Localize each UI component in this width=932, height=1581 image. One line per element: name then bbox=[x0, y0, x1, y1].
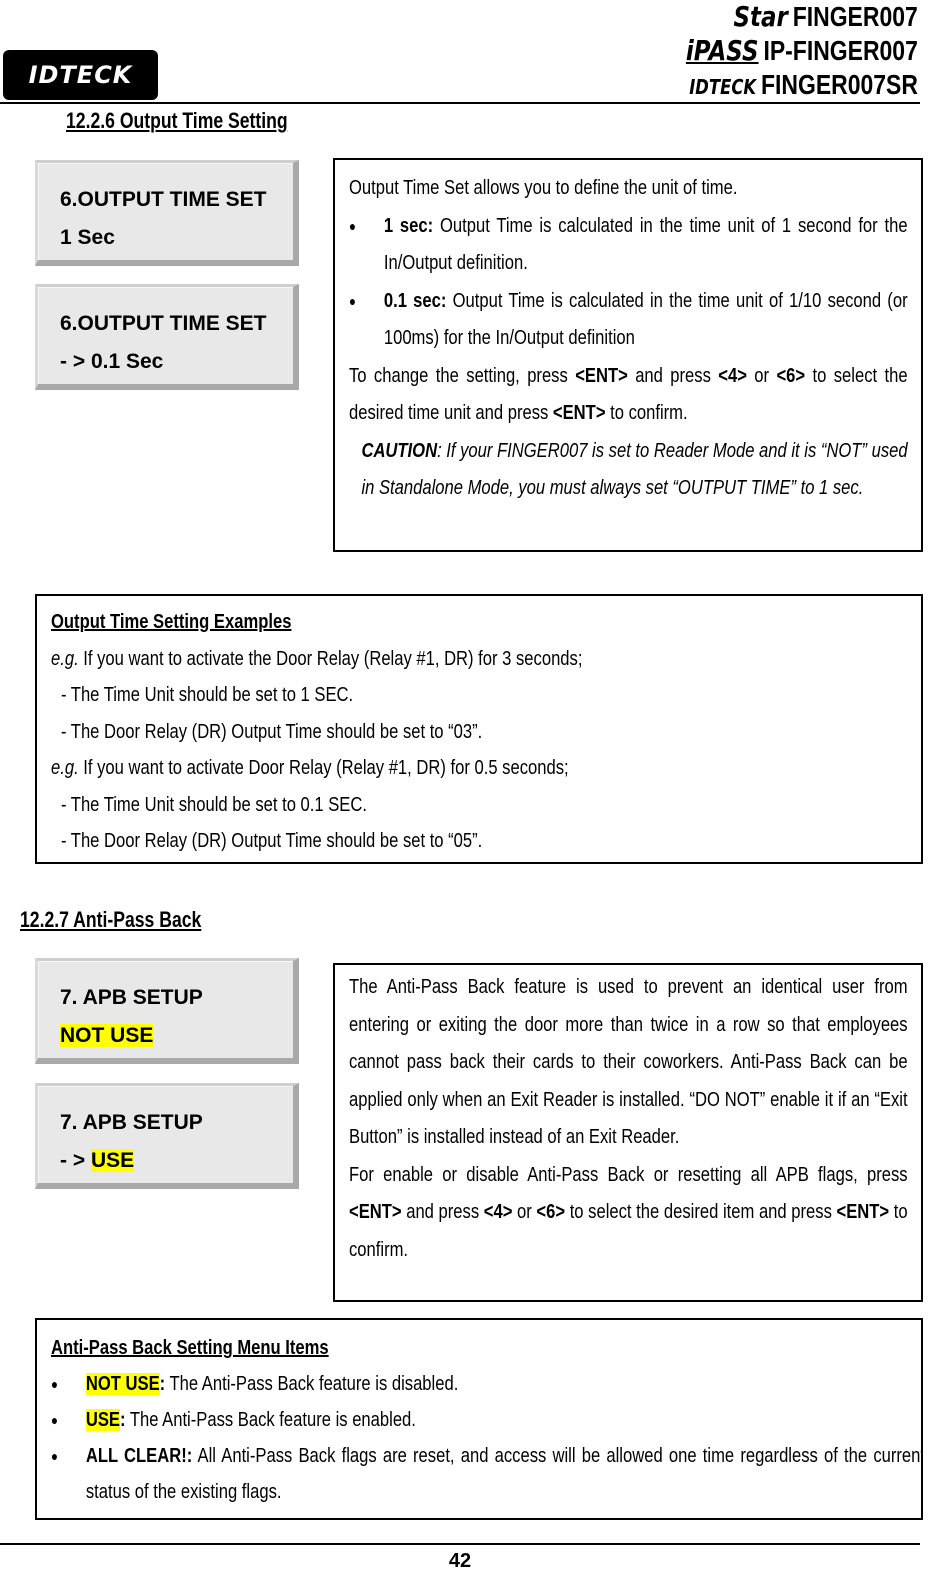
text: and press bbox=[627, 364, 719, 387]
page-number: 42 bbox=[448, 1550, 472, 1572]
menu-text: All Anti-Pass Back flags are reset, and … bbox=[85, 1445, 923, 1503]
star-logo: Star bbox=[733, 0, 789, 33]
output-instruction: To change the setting, press <ENT> and p… bbox=[349, 358, 908, 433]
lcd-value: 0.1 Sec bbox=[90, 350, 164, 373]
anti-pass-back-description-box: The Anti-Pass Back feature is used to pr… bbox=[333, 963, 923, 1302]
text: For enable or disable Anti-Pass Back or … bbox=[349, 1163, 908, 1186]
menu-text: The Anti-Pass Back feature is enabled. bbox=[125, 1409, 416, 1431]
lcd-value-highlighted: USE bbox=[90, 1149, 135, 1172]
menu-term: NOT USE bbox=[85, 1373, 160, 1395]
key-4: <4> bbox=[718, 364, 747, 387]
section-heading-output-time: 12.2.6 Output Time Setting bbox=[66, 108, 288, 133]
lcd-line-2: - > USE bbox=[60, 1142, 293, 1180]
lcd-screen-apb-use: 7. APB SETUP - > USE bbox=[35, 1083, 299, 1189]
lcd-line-1: 6.OUTPUT TIME SET bbox=[60, 312, 267, 335]
bullet-01sec: ● 0.1 sec: Output Time is calculated in … bbox=[349, 283, 908, 358]
example-text: If you want to activate Door Relay (Rela… bbox=[78, 757, 569, 779]
example-1: e.g. If you want to activate the Door Re… bbox=[51, 641, 921, 678]
example-step: - The Time Unit should be set to 1 SEC. bbox=[60, 684, 354, 706]
eg-label: e.g. bbox=[51, 757, 79, 779]
apb-instruction: For enable or disable Anti-Pass Back or … bbox=[349, 1157, 908, 1270]
text: to confirm. bbox=[605, 402, 688, 424]
lcd-line-1: 6.OUTPUT TIME SET bbox=[60, 188, 267, 211]
ipass-logo: iPASS bbox=[686, 34, 759, 67]
idteck-logo: IDTECK bbox=[3, 50, 158, 100]
bullet-icon: ● bbox=[51, 1412, 59, 1428]
lcd-line-1: 7. APB SETUP bbox=[60, 986, 203, 1009]
lcd-screen-output-1sec: 6.OUTPUT TIME SET 1 Sec bbox=[35, 160, 299, 266]
lcd-line-2: 1 Sec bbox=[60, 226, 115, 249]
text: or bbox=[746, 364, 777, 387]
menu-items-title: Anti-Pass Back Setting Menu Items bbox=[51, 1337, 329, 1359]
key-ent: <ENT> bbox=[575, 364, 628, 387]
product-line-idteck: IDTECK FINGER007SR bbox=[689, 70, 918, 102]
text: or bbox=[512, 1201, 537, 1223]
key-ent: <ENT> bbox=[552, 402, 606, 424]
product-model: FINGER007SR bbox=[761, 69, 918, 100]
bullet-icon: ● bbox=[51, 1376, 59, 1392]
bullet-icon: ● bbox=[349, 217, 357, 234]
example-step: - The Door Relay (DR) Output Time should… bbox=[60, 720, 483, 743]
key-6: <6> bbox=[776, 364, 806, 387]
text: To change the setting, press bbox=[349, 364, 576, 387]
section-heading-anti-pass-back: 12.2.7 Anti-Pass Back bbox=[20, 907, 202, 932]
product-model: IP-FINGER007 bbox=[763, 35, 918, 66]
text: to select the desired item and press bbox=[565, 1201, 837, 1223]
caution-text: : If your FINGER007 is set to Reader Mod… bbox=[361, 439, 908, 500]
key-4: <4> bbox=[483, 1201, 513, 1223]
product-line-ipass: iPASS IP-FINGER007 bbox=[686, 36, 918, 66]
bullet-term: 0.1 sec: bbox=[383, 289, 447, 312]
menu-item-use: ● USE: The Anti-Pass Back feature is ena… bbox=[51, 1402, 921, 1438]
example-2: e.g. If you want to activate Door Relay … bbox=[51, 750, 921, 787]
examples-title: Output Time Setting Examples bbox=[51, 611, 292, 633]
lcd-line-2: NOT USE bbox=[60, 1017, 293, 1055]
caution-label: CAUTION bbox=[361, 439, 438, 462]
lcd-screen-apb-not-use: 7. APB SETUP NOT USE bbox=[35, 958, 299, 1064]
bullet-text: Output Time is calculated in the time un… bbox=[383, 214, 908, 275]
bullet-icon: ● bbox=[51, 1448, 59, 1464]
lcd-screen-output-01sec: 6.OUTPUT TIME SET - > 0.1 Sec bbox=[35, 284, 299, 390]
example-step: - The Time Unit should be set to 0.1 SEC… bbox=[60, 793, 367, 816]
bullet-text: Output Time is calculated in the time un… bbox=[383, 289, 908, 350]
output-intro: Output Time Set allows you to define the… bbox=[349, 177, 738, 199]
product-model: FINGER007 bbox=[792, 1, 918, 32]
key-ent: <ENT> bbox=[349, 1201, 402, 1223]
product-line-star: Star FINGER007 bbox=[734, 2, 918, 32]
menu-term: USE bbox=[85, 1409, 120, 1431]
footer-rule bbox=[0, 1543, 920, 1545]
eg-label: e.g. bbox=[51, 647, 79, 670]
lcd-arrow: - > bbox=[60, 350, 91, 373]
example-step: - The Door Relay (DR) Output Time should… bbox=[60, 830, 483, 852]
menu-term: ALL CLEAR!: bbox=[85, 1445, 193, 1467]
key-ent: <ENT> bbox=[836, 1201, 890, 1223]
lcd-value-highlighted: NOT USE bbox=[60, 1024, 154, 1047]
header-rule bbox=[0, 102, 920, 104]
menu-text: The Anti-Pass Back feature is disabled. bbox=[165, 1373, 459, 1395]
menu-item-not-use: ● NOT USE: The Anti-Pass Back feature is… bbox=[51, 1366, 921, 1402]
lcd-arrow: - > bbox=[60, 1149, 91, 1172]
apb-description: The Anti-Pass Back feature is used to pr… bbox=[349, 976, 908, 1148]
lcd-line-1: 7. APB SETUP bbox=[60, 1111, 203, 1134]
example-text: If you want to activate the Door Relay (… bbox=[78, 647, 583, 670]
bullet-term: 1 sec: bbox=[383, 214, 434, 237]
key-6: <6> bbox=[536, 1201, 566, 1223]
lcd-line-2: - > 0.1 Sec bbox=[60, 343, 293, 381]
menu-item-all-clear: ● ALL CLEAR!: All Anti-Pass Back flags a… bbox=[51, 1438, 923, 1510]
idteck-small-logo: IDTECK bbox=[689, 75, 757, 99]
output-time-description-box: Output Time Set allows you to define the… bbox=[333, 158, 923, 552]
apb-menu-items-box: Anti-Pass Back Setting Menu Items ● NOT … bbox=[35, 1318, 923, 1520]
text: and press bbox=[401, 1201, 484, 1223]
bullet-1sec: ● 1 sec: Output Time is calculated in th… bbox=[349, 208, 908, 283]
output-time-examples-box: Output Time Setting Examples e.g. If you… bbox=[35, 594, 923, 864]
bullet-icon: ● bbox=[349, 292, 357, 309]
caution-note: CAUTION: If your FINGER007 is set to Rea… bbox=[349, 433, 908, 508]
